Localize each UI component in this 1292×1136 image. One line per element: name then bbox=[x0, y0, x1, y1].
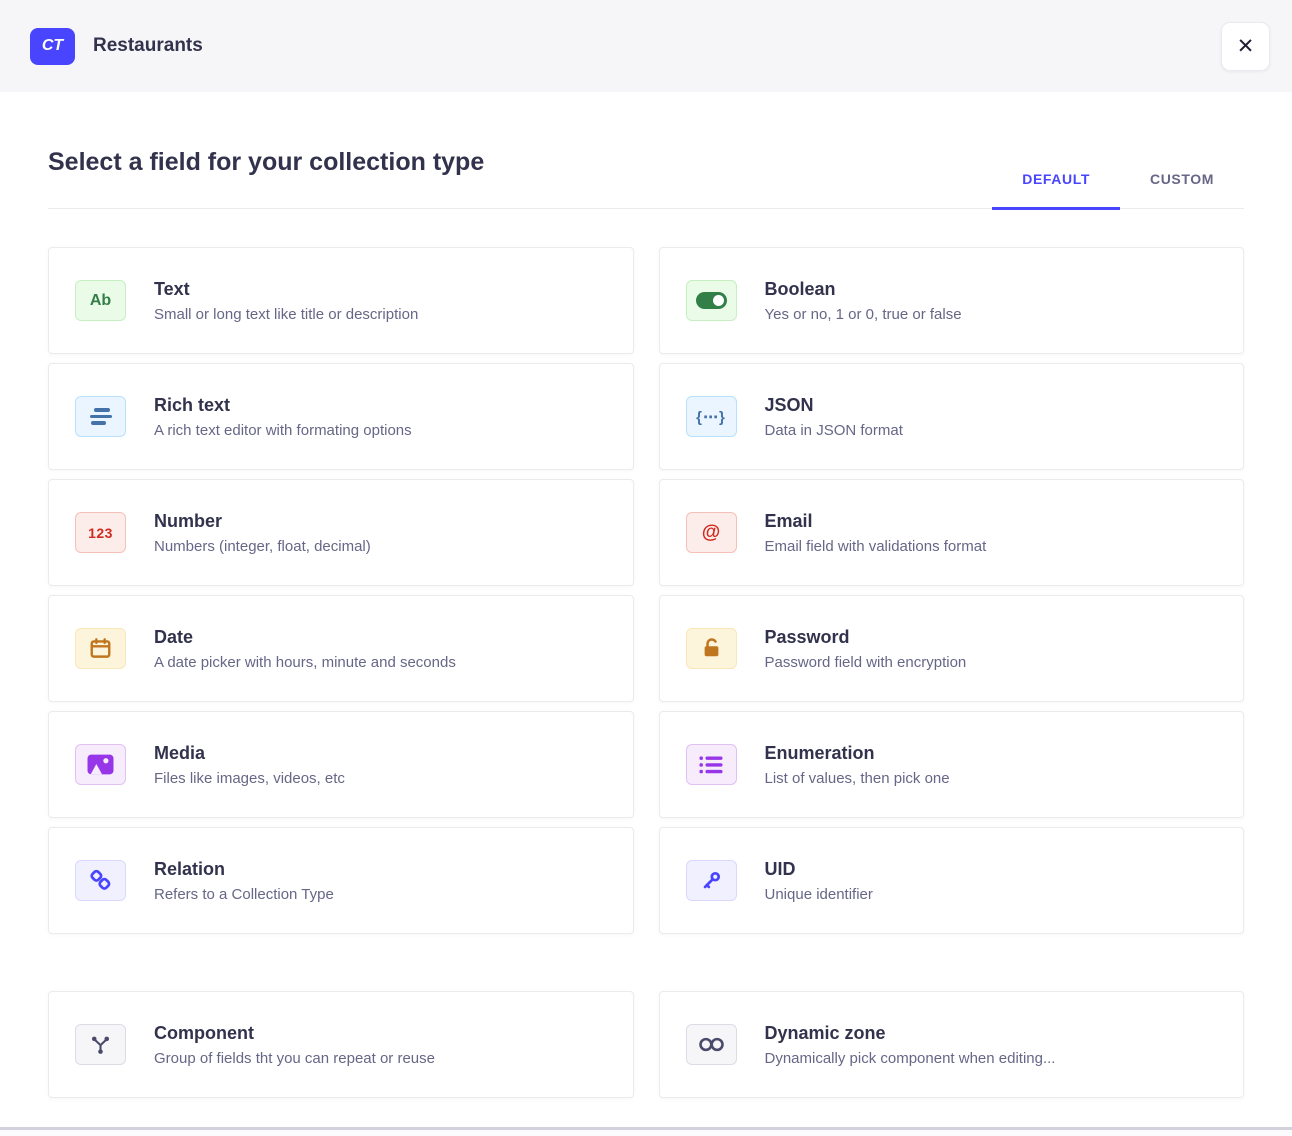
field-cards-grid: Ab Text Small or long text like title or… bbox=[48, 247, 1244, 934]
advanced-cards-grid: Component Group of fields tht you can re… bbox=[48, 991, 1244, 1098]
field-card-title: Email bbox=[765, 511, 987, 532]
json-icon: {⋯} bbox=[686, 396, 737, 437]
page-title: Select a field for your collection type bbox=[48, 148, 484, 208]
tab-default[interactable]: DEFAULT bbox=[992, 159, 1120, 210]
tabs: DEFAULT CUSTOM bbox=[992, 159, 1244, 208]
modal-header: CT Restaurants ✕ bbox=[0, 0, 1292, 92]
title-tabs-row: Select a field for your collection type … bbox=[48, 148, 1244, 209]
password-lock-icon bbox=[686, 628, 737, 669]
uid-key-icon bbox=[686, 860, 737, 901]
field-card-description: Yes or no, 1 or 0, true or false bbox=[765, 306, 962, 323]
close-button[interactable]: ✕ bbox=[1221, 22, 1270, 71]
field-card-email[interactable]: @ Email Email field with validations for… bbox=[659, 479, 1245, 586]
enumeration-list-icon bbox=[686, 744, 737, 785]
field-card-json[interactable]: {⋯} JSON Data in JSON format bbox=[659, 363, 1245, 470]
field-card-relation[interactable]: Relation Refers to a Collection Type bbox=[48, 827, 634, 934]
date-calendar-icon bbox=[75, 628, 126, 669]
field-card-title: UID bbox=[765, 859, 873, 880]
field-card-password[interactable]: Password Password field with encryption bbox=[659, 595, 1245, 702]
relation-link-icon bbox=[75, 860, 126, 901]
field-card-title: Component bbox=[154, 1023, 435, 1044]
field-card-rich-text[interactable]: Rich text A rich text editor with format… bbox=[48, 363, 634, 470]
email-at-icon: @ bbox=[686, 512, 737, 553]
modal-footer-edge bbox=[0, 1127, 1292, 1136]
field-card-description: Unique identifier bbox=[765, 886, 873, 903]
field-card-enumeration[interactable]: Enumeration List of values, then pick on… bbox=[659, 711, 1245, 818]
field-card-description: Dynamically pick component when editing.… bbox=[765, 1050, 1056, 1067]
dynamic-zone-infinity-icon bbox=[686, 1024, 737, 1065]
field-card-title: Text bbox=[154, 279, 418, 300]
field-card-title: Date bbox=[154, 627, 456, 648]
field-card-title: Password bbox=[765, 627, 967, 648]
field-card-description: Numbers (integer, float, decimal) bbox=[154, 538, 371, 555]
field-card-boolean[interactable]: Boolean Yes or no, 1 or 0, true or false bbox=[659, 247, 1245, 354]
field-type-modal: CT Restaurants ✕ Select a field for your… bbox=[0, 0, 1292, 1136]
field-card-description: Data in JSON format bbox=[765, 422, 903, 439]
tab-custom[interactable]: CUSTOM bbox=[1120, 159, 1244, 210]
modal-title: Restaurants bbox=[93, 35, 203, 57]
modal-body: Select a field for your collection type … bbox=[0, 148, 1292, 1098]
field-card-dynamic-zone[interactable]: Dynamic zone Dynamically pick component … bbox=[659, 991, 1245, 1098]
number-icon: 123 bbox=[75, 512, 126, 553]
field-card-media[interactable]: Media Files like images, videos, etc bbox=[48, 711, 634, 818]
text-field-icon: Ab bbox=[75, 280, 126, 321]
close-icon: ✕ bbox=[1237, 34, 1255, 59]
field-card-title: Dynamic zone bbox=[765, 1023, 1056, 1044]
boolean-toggle-icon bbox=[686, 280, 737, 321]
field-card-title: Boolean bbox=[765, 279, 962, 300]
field-card-date[interactable]: Date A date picker with hours, minute an… bbox=[48, 595, 634, 702]
field-card-title: Number bbox=[154, 511, 371, 532]
field-card-description: Small or long text like title or descrip… bbox=[154, 306, 418, 323]
field-card-uid[interactable]: UID Unique identifier bbox=[659, 827, 1245, 934]
field-card-number[interactable]: 123 Number Numbers (integer, float, deci… bbox=[48, 479, 634, 586]
collection-type-badge: CT bbox=[30, 28, 75, 65]
field-card-title: Relation bbox=[154, 859, 334, 880]
field-card-description: Files like images, videos, etc bbox=[154, 770, 345, 787]
field-card-title: Rich text bbox=[154, 395, 412, 416]
rich-text-icon bbox=[75, 396, 126, 437]
field-card-text[interactable]: Ab Text Small or long text like title or… bbox=[48, 247, 634, 354]
field-card-title: Media bbox=[154, 743, 345, 764]
field-card-description: A date picker with hours, minute and sec… bbox=[154, 654, 456, 671]
field-card-description: Refers to a Collection Type bbox=[154, 886, 334, 903]
media-picture-icon bbox=[75, 744, 126, 785]
field-card-component[interactable]: Component Group of fields tht you can re… bbox=[48, 991, 634, 1098]
field-card-description: Group of fields tht you can repeat or re… bbox=[154, 1050, 435, 1067]
component-nodes-icon bbox=[75, 1024, 126, 1065]
field-card-description: Password field with encryption bbox=[765, 654, 967, 671]
field-card-title: JSON bbox=[765, 395, 903, 416]
field-card-description: A rich text editor with formating option… bbox=[154, 422, 412, 439]
field-card-description: List of values, then pick one bbox=[765, 770, 950, 787]
field-card-description: Email field with validations format bbox=[765, 538, 987, 555]
field-card-title: Enumeration bbox=[765, 743, 950, 764]
